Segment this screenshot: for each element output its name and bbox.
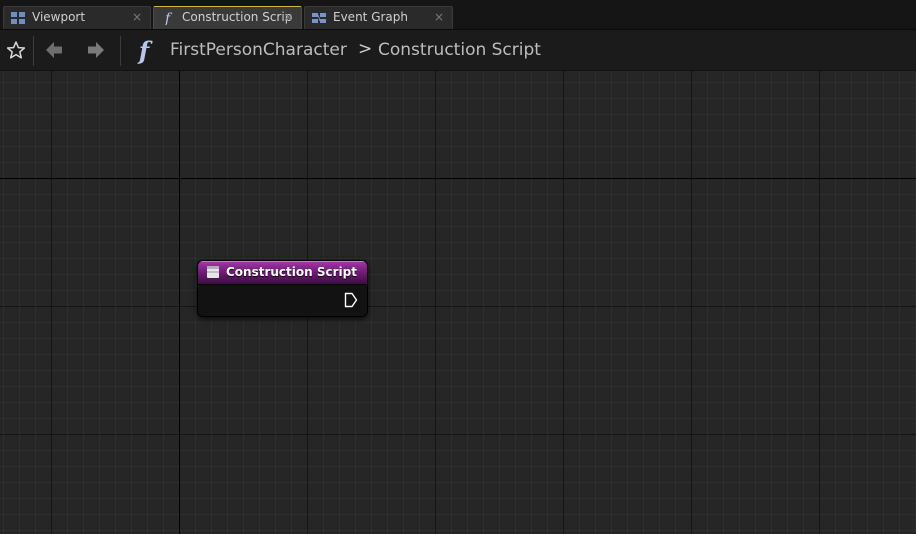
arrow-right-icon (88, 42, 104, 58)
tab-event-graph-close-button[interactable]: × (434, 10, 444, 24)
tab-viewport-label: Viewport (32, 10, 86, 24)
arrow-left-icon (46, 42, 62, 58)
construction-script-node[interactable]: Construction Script (197, 260, 368, 317)
viewport-icon (11, 12, 25, 24)
node-title: Construction Script (226, 265, 357, 279)
tab-strip: Viewport × f Construction Scrip × Event … (0, 0, 916, 30)
breadcrumb-root[interactable]: FirstPersonCharacter (170, 40, 347, 60)
svg-text:f: f (164, 11, 173, 25)
tab-construction-script[interactable]: f Construction Scrip × (153, 6, 302, 29)
graph-origin-axis-vertical (179, 71, 180, 534)
event-graph-icon (312, 13, 326, 23)
toolbar-divider (120, 36, 121, 66)
tab-viewport-close-button[interactable]: × (132, 10, 142, 24)
tab-event-graph[interactable]: Event Graph × (304, 6, 453, 29)
exec-output-pin-icon[interactable] (344, 292, 358, 308)
tab-event-graph-label: Event Graph (333, 10, 408, 24)
construction-script-icon (207, 266, 219, 278)
graph-origin-axis-horizontal (0, 178, 916, 179)
node-header[interactable]: Construction Script (198, 261, 367, 285)
toolbar-divider (33, 36, 34, 66)
function-glyph: f (138, 35, 150, 65)
forward-button[interactable] (84, 38, 108, 62)
breadcrumb-separator-icon: > (358, 39, 373, 59)
favorite-button[interactable] (4, 38, 28, 62)
function-icon: f (164, 11, 173, 25)
back-button[interactable] (42, 38, 66, 62)
star-icon (6, 41, 26, 59)
graph-toolbar: f FirstPersonCharacter > Construction Sc… (0, 30, 916, 71)
breadcrumb-current: Construction Script (378, 40, 541, 60)
function-icon: f (131, 35, 157, 65)
tab-viewport[interactable]: Viewport × (3, 6, 151, 29)
tab-construction-script-label: Construction Scrip (182, 10, 293, 24)
tab-construction-script-close-button[interactable]: × (283, 10, 293, 24)
graph-canvas[interactable]: Construction Script (0, 71, 916, 534)
